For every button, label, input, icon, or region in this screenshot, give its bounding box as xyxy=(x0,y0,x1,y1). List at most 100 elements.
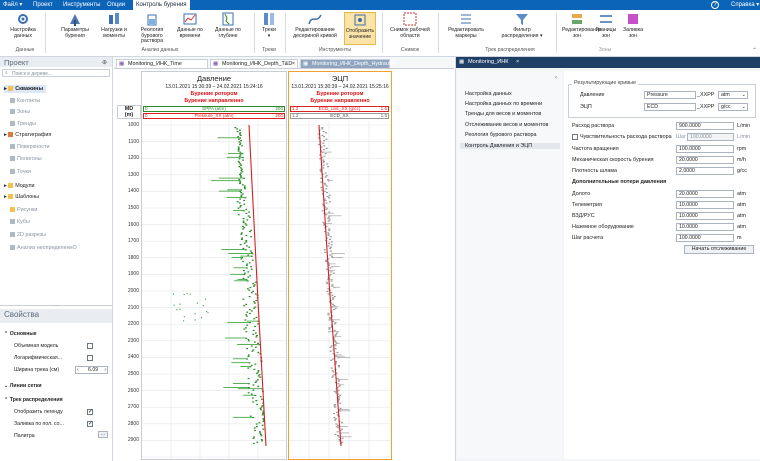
basic-section[interactable]: ⌃ Основные xyxy=(4,331,37,337)
pin-icon[interactable]: ⊕ xyxy=(102,59,107,66)
monitoring-tab[interactable]: ▦ Monitoring_ИНК × xyxy=(456,57,760,68)
edit-markers-button[interactable]: Редактировать маркеры xyxy=(444,12,488,39)
data-settings-button[interactable]: Настройка данных xyxy=(8,12,38,39)
log-scale-checkbox[interactable] xyxy=(87,355,93,361)
nav-item[interactable]: Отслеживание весов и моментов xyxy=(465,122,548,128)
zone-fill-button[interactable]: Заливка зон xyxy=(620,12,646,39)
track-width-stepper[interactable]: ‹ 6.09 › xyxy=(75,366,108,374)
rpm-input[interactable]: 100.0000 xyxy=(676,145,734,153)
palette-button[interactable]: ... xyxy=(98,431,108,438)
loads-button[interactable]: Нагрузки и моменты xyxy=(97,12,131,39)
tab-monitoring-depth-hydraulics[interactable]: ▦ Monitoring_ИНК_Depth_Hydraulics xyxy=(300,59,397,68)
collapse-icon[interactable]: ‹ xyxy=(555,75,557,81)
ecd-point xyxy=(327,220,330,222)
depth-tick-label: 1700 xyxy=(127,238,139,245)
close-icon[interactable]: × xyxy=(516,57,519,68)
pressure-point xyxy=(205,298,207,300)
dist-filter-button[interactable]: Фильтр распределения ▾ xyxy=(500,12,544,39)
tree-item[interactable]: Полигоны xyxy=(10,155,42,163)
chart-tab-icon: ▦ xyxy=(459,59,465,65)
ecd-point xyxy=(324,172,327,174)
zone-bounds-button[interactable]: Границы зон xyxy=(594,12,618,39)
calc-step-input[interactable]: 100.0000 xyxy=(676,234,734,242)
snapshot-button[interactable]: Снимок рабочей области xyxy=(386,12,434,39)
menu-file[interactable]: Файл ▾ xyxy=(3,2,22,9)
nav-item[interactable]: Настройка данных по времени xyxy=(465,101,542,107)
zones-edit-button[interactable]: Редактирование зон xyxy=(562,12,602,39)
dist-section[interactable]: ⌃ Трек распределения xyxy=(4,397,63,403)
rheology-button[interactable]: Реология бурового раствора xyxy=(133,12,171,45)
curve-edit-button[interactable]: Редактирование десериной кривой xyxy=(290,12,340,39)
ribbon-collapse-icon[interactable]: ⌃ xyxy=(752,47,757,54)
time-data-button[interactable]: Данные по времени xyxy=(173,12,207,39)
ecd-point xyxy=(325,259,328,261)
ecd-point xyxy=(338,385,341,387)
pressure-track[interactable]: Давление 13.01.2021 15:30:39 – 24.02.202… xyxy=(141,71,287,460)
tree-item[interactable]: Рисунки xyxy=(10,206,37,214)
menu-drilling-control[interactable]: Контроль бурения xyxy=(133,0,190,10)
menu-project[interactable]: Проект xyxy=(33,2,53,9)
flow-input[interactable]: 900.0000 xyxy=(676,122,734,130)
tracks-button[interactable]: Треки ▾ xyxy=(258,12,280,39)
pressure-unit-select[interactable]: atm ⌄ xyxy=(718,91,748,99)
pressure-plot[interactable] xyxy=(142,121,286,459)
tree-item[interactable]: ▸ Скважины xyxy=(4,85,47,93)
tree-item[interactable]: Поверхности xyxy=(10,143,49,151)
tree-item[interactable]: Контакты xyxy=(10,97,40,105)
pressure-point xyxy=(257,385,260,387)
bit-unit: atm xyxy=(737,191,746,197)
depth-data-button[interactable]: Данные по глубине xyxy=(211,12,245,39)
menu-options[interactable]: Опции xyxy=(107,2,125,9)
volume-model-checkbox[interactable] xyxy=(87,343,93,349)
start-tracking-button[interactable]: Начать отслеживание xyxy=(684,245,754,254)
project-search[interactable]: ⌕ Поиск в дереве... xyxy=(2,69,110,77)
nav-item[interactable]: Тренды для весов и моментов xyxy=(465,111,541,117)
help-icon[interactable]: ? xyxy=(711,1,719,9)
ecd-unit-select[interactable]: g/cc ⌄ xyxy=(718,103,748,111)
tree-item[interactable]: Зоны xyxy=(10,108,30,116)
show-legend-checkbox[interactable]: ✓ xyxy=(87,409,93,415)
fill-by-checkbox[interactable]: ✓ xyxy=(87,421,93,427)
tree-item[interactable]: ▸ Модули xyxy=(4,182,35,190)
ecd-plot[interactable] xyxy=(289,121,390,459)
tab-monitoring-time[interactable]: ▦ Monitoring_ИНК_Time xyxy=(116,59,208,68)
tree-item[interactable]: ▸ Шаблоны xyxy=(4,193,39,201)
pressure-point xyxy=(248,296,251,298)
surface-equipment-input[interactable]: 10.0000 xyxy=(676,223,734,231)
ecd-track[interactable]: ЭЦП 13.01.2021 15:30:39 – 24.02.2021 15:… xyxy=(288,71,392,460)
tree-item[interactable]: 2D разрезы xyxy=(10,231,46,239)
ecd-point xyxy=(327,288,330,290)
step-input[interactable]: 100.0000 xyxy=(687,133,734,141)
cuttings-density-input[interactable]: 2.0000 xyxy=(676,167,734,175)
menu-tools[interactable]: Инструменты xyxy=(63,2,100,9)
pressure-point xyxy=(228,253,252,254)
ecd-curve-input[interactable]: ECD xyxy=(644,103,696,111)
nav-item[interactable]: Реология бурового раствора xyxy=(465,132,537,138)
ecd-point xyxy=(331,253,345,254)
menu-help[interactable]: Справка ▾ xyxy=(731,2,759,9)
tab-monitoring-depth-td[interactable]: ▦ Monitoring_ИНК_Depth_T&D × xyxy=(210,59,298,68)
tree-item[interactable]: Тренды xyxy=(10,120,36,128)
tree-item[interactable]: Кубы xyxy=(10,218,30,226)
pressure-point xyxy=(260,406,263,408)
sensitivity-checkbox[interactable] xyxy=(572,134,578,140)
show-value-button[interactable]: Отобразить значение xyxy=(344,12,376,45)
tree-item-label: Анализ неопределеннО xyxy=(17,245,77,251)
drill-params-button[interactable]: Параметры бурения xyxy=(58,12,92,39)
nav-item[interactable]: Настройка данных xyxy=(465,91,512,97)
rop-input[interactable]: 20.0000 xyxy=(676,156,734,164)
pressure-point xyxy=(242,247,245,250)
tree-item[interactable]: ▸ Стратиграфия xyxy=(4,131,51,139)
tree-item[interactable]: Точки xyxy=(10,168,31,176)
grid-section[interactable]: ⌄ Линии сетки xyxy=(4,383,42,389)
pressure-point xyxy=(259,433,262,435)
nav-item[interactable]: Контроль Давления и ЭЦП xyxy=(460,143,560,149)
bit-input[interactable]: 20.0000 xyxy=(676,190,734,198)
pressure-point xyxy=(252,384,255,386)
pressure-point xyxy=(242,298,245,300)
tree-item[interactable]: Анализ неопределеннО xyxy=(10,244,77,252)
tree-item-label: Рисунки xyxy=(17,207,38,213)
pressure-curve-input[interactable]: Pressure xyxy=(644,91,696,99)
telemetry-input[interactable]: 10.0000 xyxy=(676,201,734,209)
motor-input[interactable]: 10.0000 xyxy=(676,212,734,220)
